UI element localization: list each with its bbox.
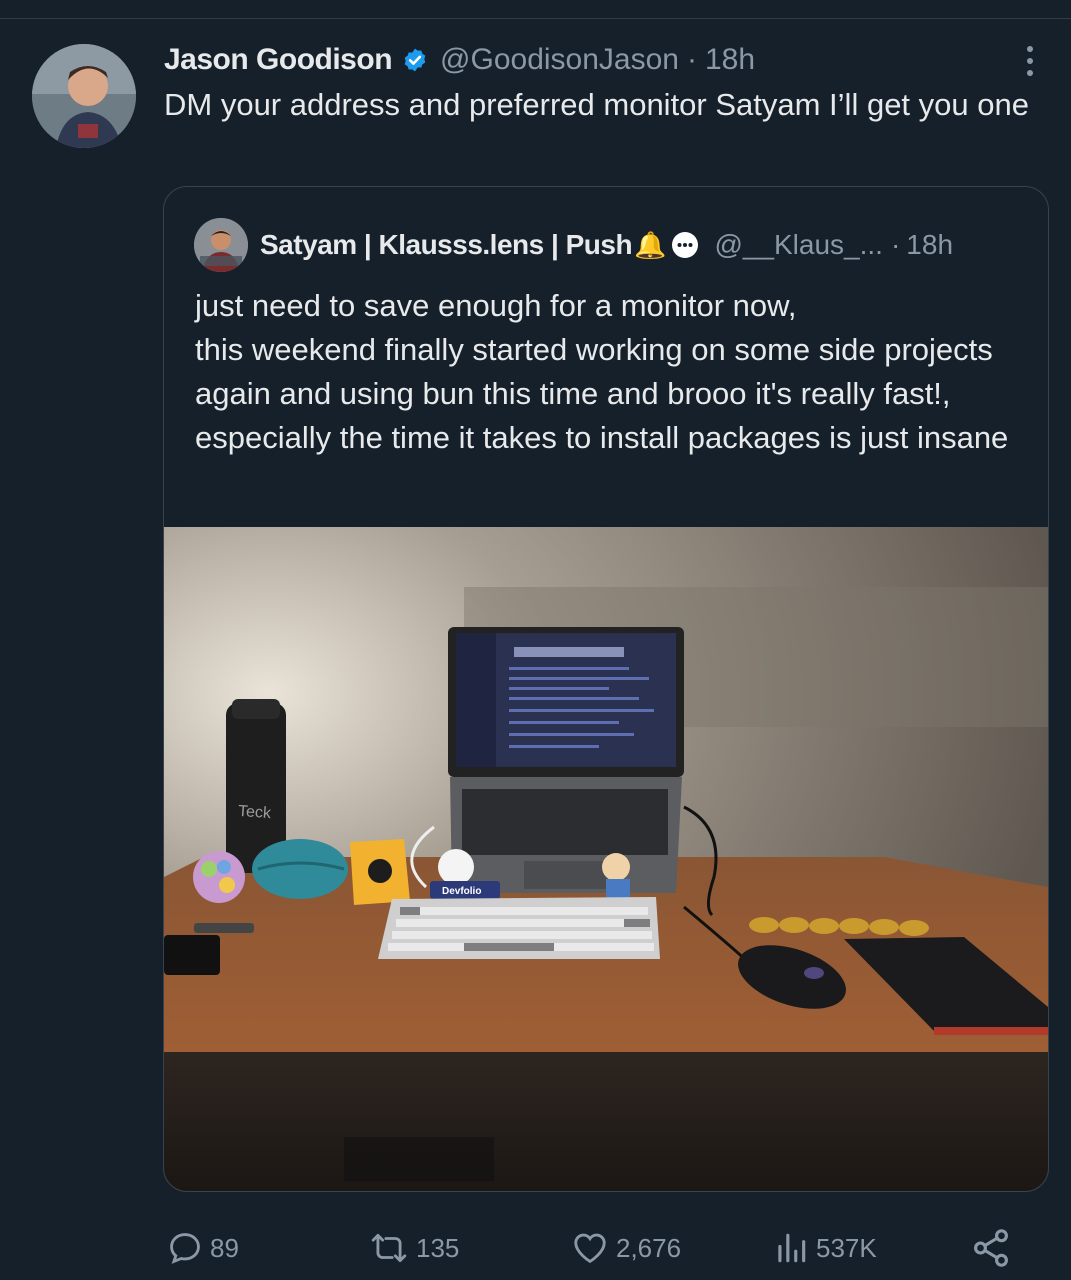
quoted-separator-dot: ·	[890, 229, 901, 260]
repost-icon	[371, 1233, 407, 1263]
separator-dot: ·	[686, 43, 697, 76]
bell-emoji: 🔔	[634, 229, 667, 260]
like-icon	[574, 1233, 606, 1264]
action-bar: 89 135 2,676 537K	[0, 1220, 1071, 1276]
repost-button[interactable]: 135	[368, 1228, 459, 1268]
bottle-label: Teck	[237, 803, 272, 822]
speech-bubble-icon	[672, 232, 699, 258]
more-icon[interactable]	[1025, 46, 1035, 82]
desk-setup-photo[interactable]: Teck Devfolio	[164, 527, 1048, 1191]
top-divider	[0, 18, 1071, 19]
quoted-tweet-time: 18h	[906, 229, 954, 260]
quoted-author-name: Satyam | Klausss.lens | Push	[260, 229, 633, 260]
reply-icon	[170, 1233, 200, 1264]
views-icon	[778, 1233, 806, 1263]
author-avatar[interactable]	[32, 44, 136, 148]
like-count: 2,676	[616, 1232, 682, 1263]
share-icon	[974, 1229, 1008, 1267]
views-button[interactable]: 537K	[772, 1228, 877, 1268]
author-name[interactable]: Jason Goodison	[164, 43, 393, 77]
verified-icon	[404, 48, 426, 72]
quoted-tweet-header: Satyam | Klausss.lens | Push 🔔 @__Klaus_…	[194, 217, 953, 273]
like-button[interactable]: 2,676	[570, 1228, 681, 1268]
author-handle[interactable]: @GoodisonJason	[440, 43, 679, 77]
quoted-author-avatar	[194, 218, 248, 272]
tweet-text: DM your address and preferred monitor Sa…	[164, 87, 1029, 122]
quoted-tweet-text: just need to save enough for a monitor n…	[195, 284, 1015, 460]
quoted-tweet-text-line: just need to save enough for a monitor n…	[195, 288, 1009, 455]
reply-button[interactable]: 89	[166, 1228, 239, 1268]
tweet-time[interactable]: 18h	[705, 43, 755, 77]
sticker-label: Devfolio	[442, 886, 481, 897]
tweet-header: Jason Goodison @GoodisonJason · 18h	[164, 40, 755, 80]
reply-count: 89	[210, 1232, 239, 1263]
views-count: 537K	[816, 1232, 877, 1263]
repost-count: 135	[416, 1232, 460, 1263]
quoted-author-handle: @__Klaus_...	[714, 229, 883, 260]
share-button[interactable]	[970, 1228, 1018, 1268]
quoted-tweet[interactable]: Satyam | Klausss.lens | Push 🔔 @__Klaus_…	[163, 186, 1049, 1192]
